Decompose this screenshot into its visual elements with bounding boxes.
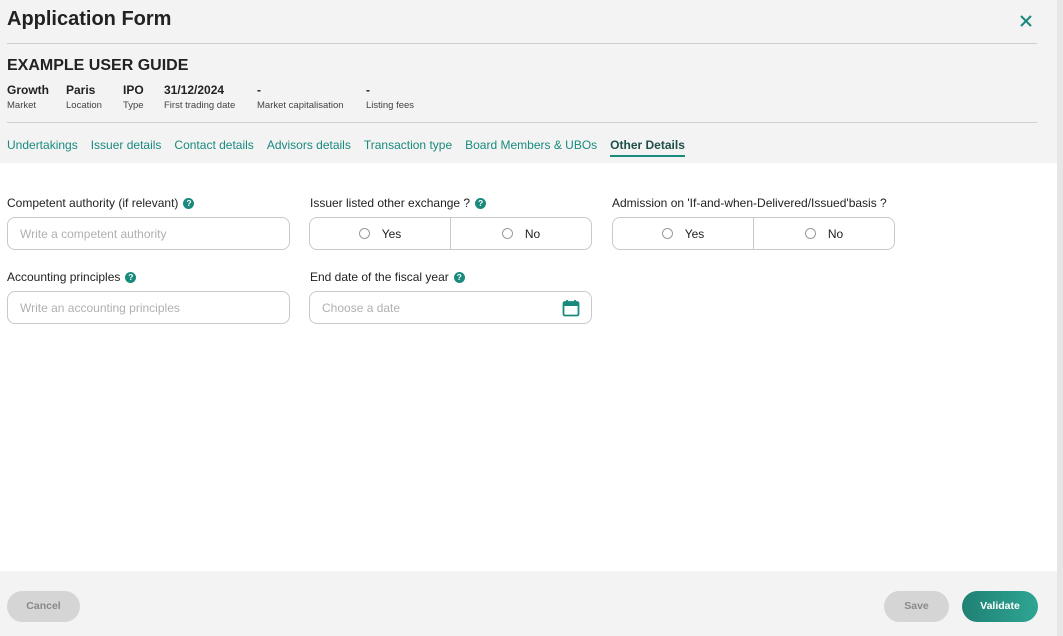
competent-authority-input[interactable] [7, 217, 290, 250]
radio-icon [358, 228, 370, 239]
competent-authority-label: Competent authority (if relevant) ? [7, 196, 195, 210]
accounting-principles-label: Accounting principles ? [7, 270, 137, 284]
accounting-principles-input[interactable] [7, 291, 290, 324]
help-icon[interactable]: ? [475, 197, 487, 209]
meta-first-trading-date: 31/12/2024 First trading date [164, 83, 235, 111]
calendar-icon[interactable] [562, 299, 580, 317]
meta-label: First trading date [164, 100, 236, 111]
label-text: Issuer listed other exchange ? [310, 196, 471, 210]
meta-value: 31/12/2024 [164, 83, 225, 97]
date-placeholder: Choose a date [322, 301, 401, 315]
meta-label: Listing fees [366, 100, 415, 111]
fiscal-year-end-label: End date of the fiscal year ? [310, 270, 465, 284]
admission-basis-radio-group: Yes No [612, 217, 895, 250]
option-label: Yes [684, 226, 705, 241]
meta-label: Location [66, 100, 102, 111]
tab-contact-details[interactable]: Contact details [174, 138, 253, 157]
guide-title: EXAMPLE USER GUIDE [7, 57, 189, 74]
tab-advisors-details[interactable]: Advisors details [267, 138, 351, 157]
help-icon[interactable]: ? [125, 271, 137, 283]
dialog-footer: Cancel Save Validate [0, 571, 1063, 636]
issuer-listed-yes-option[interactable]: Yes [310, 218, 450, 249]
meta-label: Type [123, 100, 144, 111]
tab-undertakings[interactable]: Undertakings [7, 138, 78, 157]
save-button[interactable]: Save [884, 591, 949, 622]
radio-icon [661, 228, 673, 239]
label-text: Accounting principles [7, 270, 121, 284]
issuer-listed-no-option[interactable]: No [450, 218, 591, 249]
label-text: Admission on 'If-and-when-Delivered/Issu… [612, 196, 887, 210]
option-label: No [524, 226, 541, 241]
admission-basis-yes-option[interactable]: Yes [613, 218, 753, 249]
label-text: Competent authority (if relevant) [7, 196, 179, 210]
tab-board-members-ubos[interactable]: Board Members & UBOs [465, 138, 597, 157]
meta-value: IPO [123, 83, 144, 97]
tab-issuer-details[interactable]: Issuer details [91, 138, 162, 157]
label-text: End date of the fiscal year [310, 270, 449, 284]
help-icon[interactable]: ? [183, 197, 195, 209]
help-icon[interactable]: ? [453, 271, 465, 283]
header-divider [7, 43, 1037, 44]
admission-basis-label: Admission on 'If-and-when-Delivered/Issu… [612, 196, 887, 210]
meta-location: Paris Location [66, 83, 102, 111]
admission-basis-no-option[interactable]: No [753, 218, 894, 249]
meta-label: Market [7, 100, 37, 111]
meta-value: Paris [66, 83, 96, 97]
meta-divider [7, 122, 1037, 123]
meta-type: IPO Type [123, 83, 144, 111]
dialog-header: Application Form EXAMPLE USER GUIDE Grow… [0, 0, 1063, 163]
form-panel: Competent authority (if relevant) ? Issu… [0, 163, 1057, 571]
tab-other-details[interactable]: Other Details [610, 138, 685, 157]
radio-icon [501, 228, 513, 239]
issuer-listed-radio-group: Yes No [309, 217, 592, 250]
option-label: No [827, 226, 844, 241]
meta-value: Growth [7, 83, 49, 97]
dialog-title: Application Form [7, 8, 172, 30]
form-tabs: Undertakings Issuer details Contact deta… [7, 138, 698, 157]
validate-button[interactable]: Validate [962, 591, 1038, 622]
issuer-listed-label: Issuer listed other exchange ? ? [310, 196, 487, 210]
meta-market: Growth Market [7, 83, 49, 111]
meta-listing-fees: - Listing fees [366, 83, 414, 111]
option-label: Yes [381, 226, 402, 241]
radio-icon [804, 228, 816, 239]
meta-value: - [366, 83, 370, 97]
tab-transaction-type[interactable]: Transaction type [364, 138, 452, 157]
cancel-button[interactable]: Cancel [7, 591, 80, 622]
scrollbar-track[interactable] [1057, 0, 1063, 636]
meta-market-capitalisation: - Market capitalisation [257, 83, 344, 111]
fiscal-year-end-date-field[interactable]: Choose a date [309, 291, 592, 324]
meta-value: - [257, 83, 261, 97]
meta-label: Market capitalisation [257, 100, 344, 111]
close-icon [1020, 15, 1032, 27]
close-button[interactable] [1015, 10, 1037, 32]
